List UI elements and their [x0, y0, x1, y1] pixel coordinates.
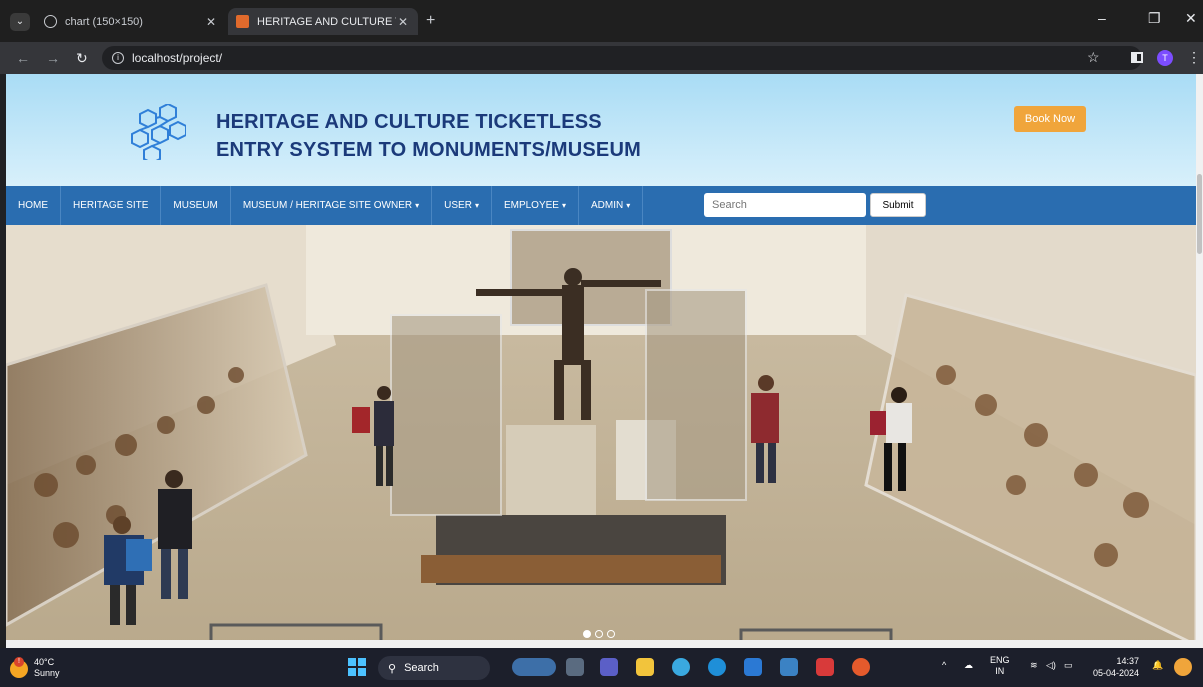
browser-tab-chart[interactable]: chart (150×150) ✕	[36, 8, 226, 35]
time: 14:37	[1116, 656, 1140, 666]
new-tab-icon[interactable]: +	[426, 12, 435, 30]
copilot-icon[interactable]	[1174, 658, 1192, 676]
submit-button[interactable]: Submit	[870, 193, 926, 217]
nav-label: HERITAGE SITE	[73, 200, 149, 211]
back-icon[interactable]: ←	[16, 50, 30, 66]
site-header: HERITAGE AND CULTURE TICKETLESS ENTRY SY…	[6, 74, 1196, 186]
tab-title: HERITAGE AND CULTURE TICKE	[257, 15, 396, 28]
site-title: HERITAGE AND CULTURE TICKETLESS ENTRY SY…	[216, 108, 641, 164]
taskbar-search-label: Search	[404, 662, 439, 674]
site-title-line-2: ENTRY SYSTEM TO MONUMENTS/MUSEUM	[216, 139, 641, 161]
taskbar-search[interactable]: ⚲ Search	[378, 656, 490, 680]
globe-icon	[44, 15, 57, 28]
browser-menu-icon[interactable]: ⋮	[1187, 49, 1201, 66]
hero-carousel[interactable]	[6, 225, 1196, 648]
date: 05-04-2024	[1093, 668, 1140, 678]
teams-icon[interactable]	[600, 658, 618, 676]
temperature: 40°C	[34, 657, 55, 667]
carousel-dot[interactable]	[583, 630, 591, 638]
caret-down-icon: ▾	[561, 201, 566, 210]
carousel-dot[interactable]	[607, 630, 615, 638]
mysql-icon[interactable]	[780, 658, 798, 676]
task-view-icon[interactable]	[566, 658, 584, 676]
search-icon: ⚲	[388, 662, 397, 675]
nav-museum[interactable]: MUSEUM	[161, 186, 231, 225]
nav-employee-dropdown[interactable]: EMPLOYEE ▾	[492, 186, 579, 225]
wps-icon[interactable]	[816, 658, 834, 676]
carousel-indicators	[583, 630, 615, 638]
page-viewport: HERITAGE AND CULTURE TICKETLESS ENTRY SY…	[6, 74, 1196, 648]
profile-avatar[interactable]: T	[1157, 50, 1173, 66]
book-now-button[interactable]: Book Now	[1014, 106, 1086, 132]
close-tab-icon[interactable]: ✕	[396, 15, 410, 29]
nav-owner-dropdown[interactable]: MUSEUM / HERITAGE SITE OWNER ▾	[231, 186, 433, 225]
windows-start-icon[interactable]	[348, 658, 366, 676]
museum-gallery-image	[6, 225, 1196, 648]
store-icon[interactable]	[744, 658, 762, 676]
nav-label: HOME	[18, 200, 48, 211]
nav-admin-dropdown[interactable]: ADMIN ▾	[579, 186, 644, 225]
chevron-up-icon[interactable]: ^	[942, 660, 946, 670]
caret-down-icon: ▾	[415, 201, 420, 210]
browser-tab-strip: ⌄ chart (150×150) ✕ HERITAGE AND CULTURE…	[0, 0, 1203, 42]
nav-label: USER	[444, 200, 472, 211]
weather-condition: Sunny	[34, 668, 60, 678]
edge-icon[interactable]	[708, 658, 726, 676]
restore-icon[interactable]: ❐	[1148, 10, 1161, 27]
scrollbar-thumb[interactable]	[1197, 174, 1202, 254]
site-title-line-1: HERITAGE AND CULTURE TICKETLESS	[216, 111, 602, 133]
close-tab-icon[interactable]: ✕	[204, 15, 218, 29]
nav-label: MUSEUM	[173, 200, 218, 211]
chrome-profile-icon[interactable]	[852, 658, 870, 676]
alert-badge: !	[14, 657, 24, 667]
bookmark-star-icon[interactable]: ☆	[1087, 49, 1100, 66]
notification-bell-icon[interactable]: 🔔	[1152, 660, 1163, 671]
nav-user-dropdown[interactable]: USER ▾	[432, 186, 492, 225]
main-navbar: HOME HERITAGE SITE MUSEUM MUSEUM / HERIT…	[6, 186, 1196, 225]
weather-widget[interactable]: 40°C Sunny	[34, 657, 60, 679]
carousel-dot[interactable]	[595, 630, 603, 638]
clock[interactable]: 14:37 05-04-2024	[1093, 655, 1139, 679]
caret-down-icon: ▾	[626, 201, 631, 210]
blockchain-logo-icon	[131, 104, 186, 160]
horizontal-scrollbar[interactable]	[6, 640, 1196, 648]
close-window-icon[interactable]: ✕	[1185, 10, 1197, 27]
language-indicator[interactable]: ENG IN	[990, 655, 1010, 677]
tab-search-button[interactable]: ⌄	[10, 13, 30, 31]
url-text: localhost/project/	[132, 51, 223, 65]
lang-bottom: IN	[995, 666, 1005, 676]
wifi-icon[interactable]: ≋	[1030, 660, 1038, 671]
caret-down-icon: ▾	[474, 201, 479, 210]
cloud-icon[interactable]: ☁	[964, 660, 973, 671]
nav-label: ADMIN	[591, 200, 624, 211]
minimize-icon[interactable]: –	[1098, 10, 1106, 26]
nav-home[interactable]: HOME	[6, 186, 61, 225]
volume-icon[interactable]: ◁)	[1046, 660, 1056, 671]
site-favicon-icon	[236, 15, 249, 28]
tab-title: chart (150×150)	[65, 15, 143, 28]
browser-toolbar: ← → ↻ i localhost/project/ ☆ T ⋮	[0, 42, 1203, 74]
lang-top: ENG	[990, 655, 1010, 665]
search-input[interactable]	[704, 193, 866, 217]
windows-taskbar: ! 40°C Sunny ⚲ Search ^ ☁ ENG IN ≋ ◁) ▭ …	[0, 648, 1203, 687]
forward-icon[interactable]: →	[46, 50, 60, 66]
side-panel-icon[interactable]	[1131, 52, 1143, 63]
browser-tab-heritage[interactable]: HERITAGE AND CULTURE TICKE ✕	[228, 8, 418, 35]
nav-label: MUSEUM / HERITAGE SITE OWNER	[242, 200, 413, 211]
chrome-icon[interactable]	[672, 658, 690, 676]
site-info-icon[interactable]: i	[112, 52, 124, 64]
vertical-scrollbar[interactable]	[1196, 74, 1203, 648]
file-explorer-icon[interactable]	[636, 658, 654, 676]
nav-label: EMPLOYEE	[503, 200, 559, 211]
battery-icon[interactable]: ▭	[1064, 660, 1073, 671]
address-bar[interactable]: i localhost/project/	[102, 46, 1142, 70]
nav-heritage-site[interactable]: HERITAGE SITE	[61, 186, 162, 225]
widget-icon[interactable]	[512, 658, 556, 676]
reload-icon[interactable]: ↻	[76, 50, 88, 67]
